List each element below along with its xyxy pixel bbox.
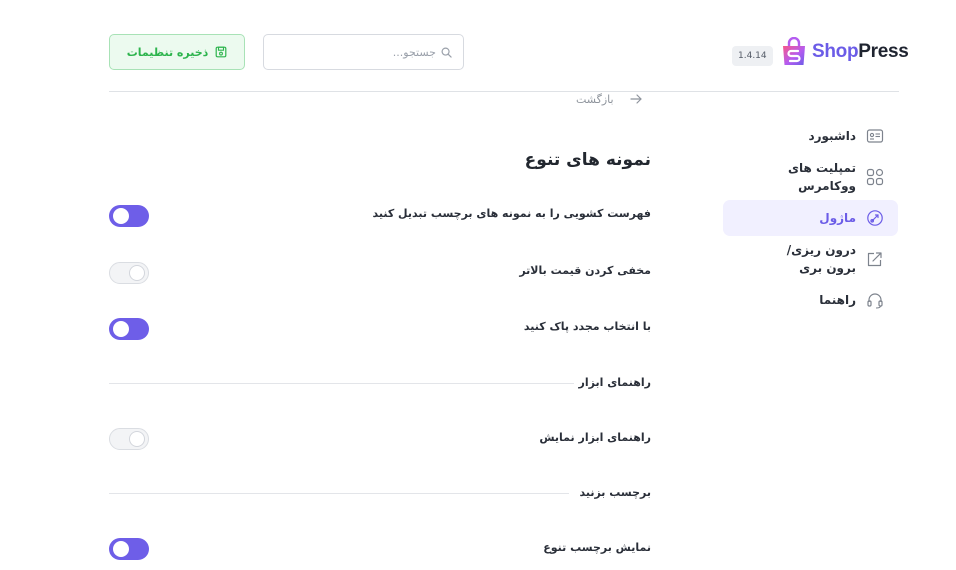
toggle-dropdown-to-label[interactable]	[109, 205, 149, 227]
sidebar-item-help[interactable]: راهنما	[723, 282, 898, 318]
group-divider-tooltip	[109, 383, 574, 384]
toggle-show-variation-badge[interactable]	[109, 538, 149, 560]
header-divider	[109, 91, 899, 92]
sidebar-nav: داشبورد تمپلیت های ووکامرس ماژول درون ری…	[723, 118, 898, 318]
sidebar-item-module[interactable]: ماژول	[723, 200, 898, 236]
brand-name: ShopPress	[812, 41, 909, 63]
setting-label-hide-higher-price: مخفی کردن قیمت بالاتر	[519, 264, 651, 277]
search-icon	[441, 47, 452, 58]
templates-icon	[866, 168, 884, 186]
sidebar-item-label: درون ریزی/برون بری	[786, 243, 856, 275]
sidebar-item-import-export[interactable]: درون ریزی/برون بری	[723, 236, 898, 282]
save-settings-label: ذخیره تنظیمات	[126, 45, 209, 59]
toggle-show-tooltip[interactable]	[109, 428, 149, 450]
sidebar-item-label: راهنما	[819, 293, 856, 307]
toggle-hide-higher-price[interactable]	[109, 262, 149, 284]
group-title-tooltip: راهنمای ابزار	[578, 376, 651, 389]
setting-label-show-tooltip: راهنمای ابزار نمایش	[539, 431, 651, 444]
save-settings-button[interactable]: ذخیره تنظیمات	[109, 34, 245, 70]
sidebar-item-label: ماژول	[819, 211, 856, 225]
search-input[interactable]	[286, 45, 436, 59]
module-icon	[866, 209, 884, 227]
shopping-bag-logo-icon	[783, 37, 805, 65]
brand-name-press: Press	[858, 41, 909, 62]
page-title: نمونه های تنوع	[524, 150, 651, 170]
toggle-knob	[129, 265, 145, 281]
setting-label-clear-on-reselect: با انتخاب مجدد پاک کنید	[523, 320, 651, 333]
group-divider-badge	[109, 493, 569, 494]
dashboard-icon	[866, 127, 884, 145]
shoppress-logo[interactable]: ShopPress	[780, 37, 909, 67]
toggle-knob	[113, 541, 129, 557]
back-label: بازگشت	[576, 92, 614, 106]
arrow-right-icon	[629, 94, 642, 104]
brand-name-shop: Shop	[812, 41, 859, 62]
import-export-icon	[866, 250, 884, 268]
setting-label-show-variation-badge: نمایش برچسب تنوع	[543, 541, 651, 554]
headset-icon	[866, 291, 884, 309]
sidebar-item-label: داشبورد	[808, 129, 856, 143]
back-link[interactable]: بازگشت	[576, 90, 642, 108]
search-box[interactable]	[263, 34, 464, 70]
sidebar-item-templates[interactable]: تمپلیت های ووکامرس	[723, 154, 898, 200]
group-title-badge: برچسب بزنید	[579, 486, 651, 499]
toggle-knob	[129, 431, 145, 447]
sidebar-item-dashboard[interactable]: داشبورد	[723, 118, 898, 154]
sidebar-item-label: تمپلیت های ووکامرس	[788, 161, 856, 193]
toggle-knob	[113, 321, 129, 337]
version-badge: 1.4.14	[732, 46, 773, 66]
setting-label-dropdown-to-label: فهرست کشویی را به نمونه های برچسب تبدیل …	[372, 207, 652, 220]
save-icon	[215, 46, 227, 58]
toggle-clear-on-reselect[interactable]	[109, 318, 149, 340]
toggle-knob	[113, 208, 129, 224]
